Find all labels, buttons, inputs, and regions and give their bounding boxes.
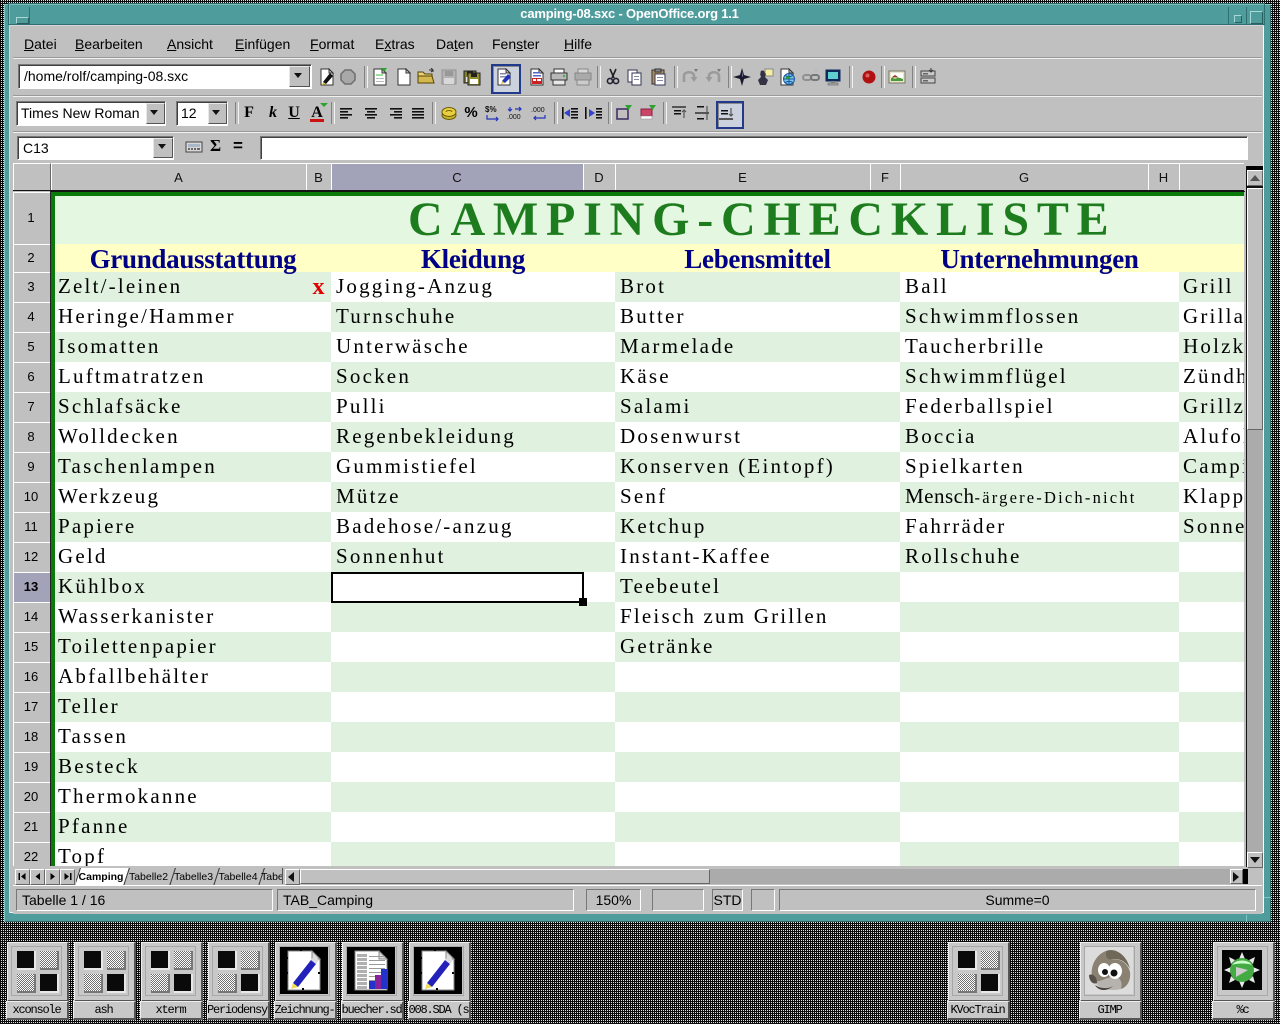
svg-text:.000: .000 (507, 114, 521, 121)
svg-text:.000: .000 (531, 107, 545, 114)
svg-text:$%: $% (485, 105, 497, 114)
